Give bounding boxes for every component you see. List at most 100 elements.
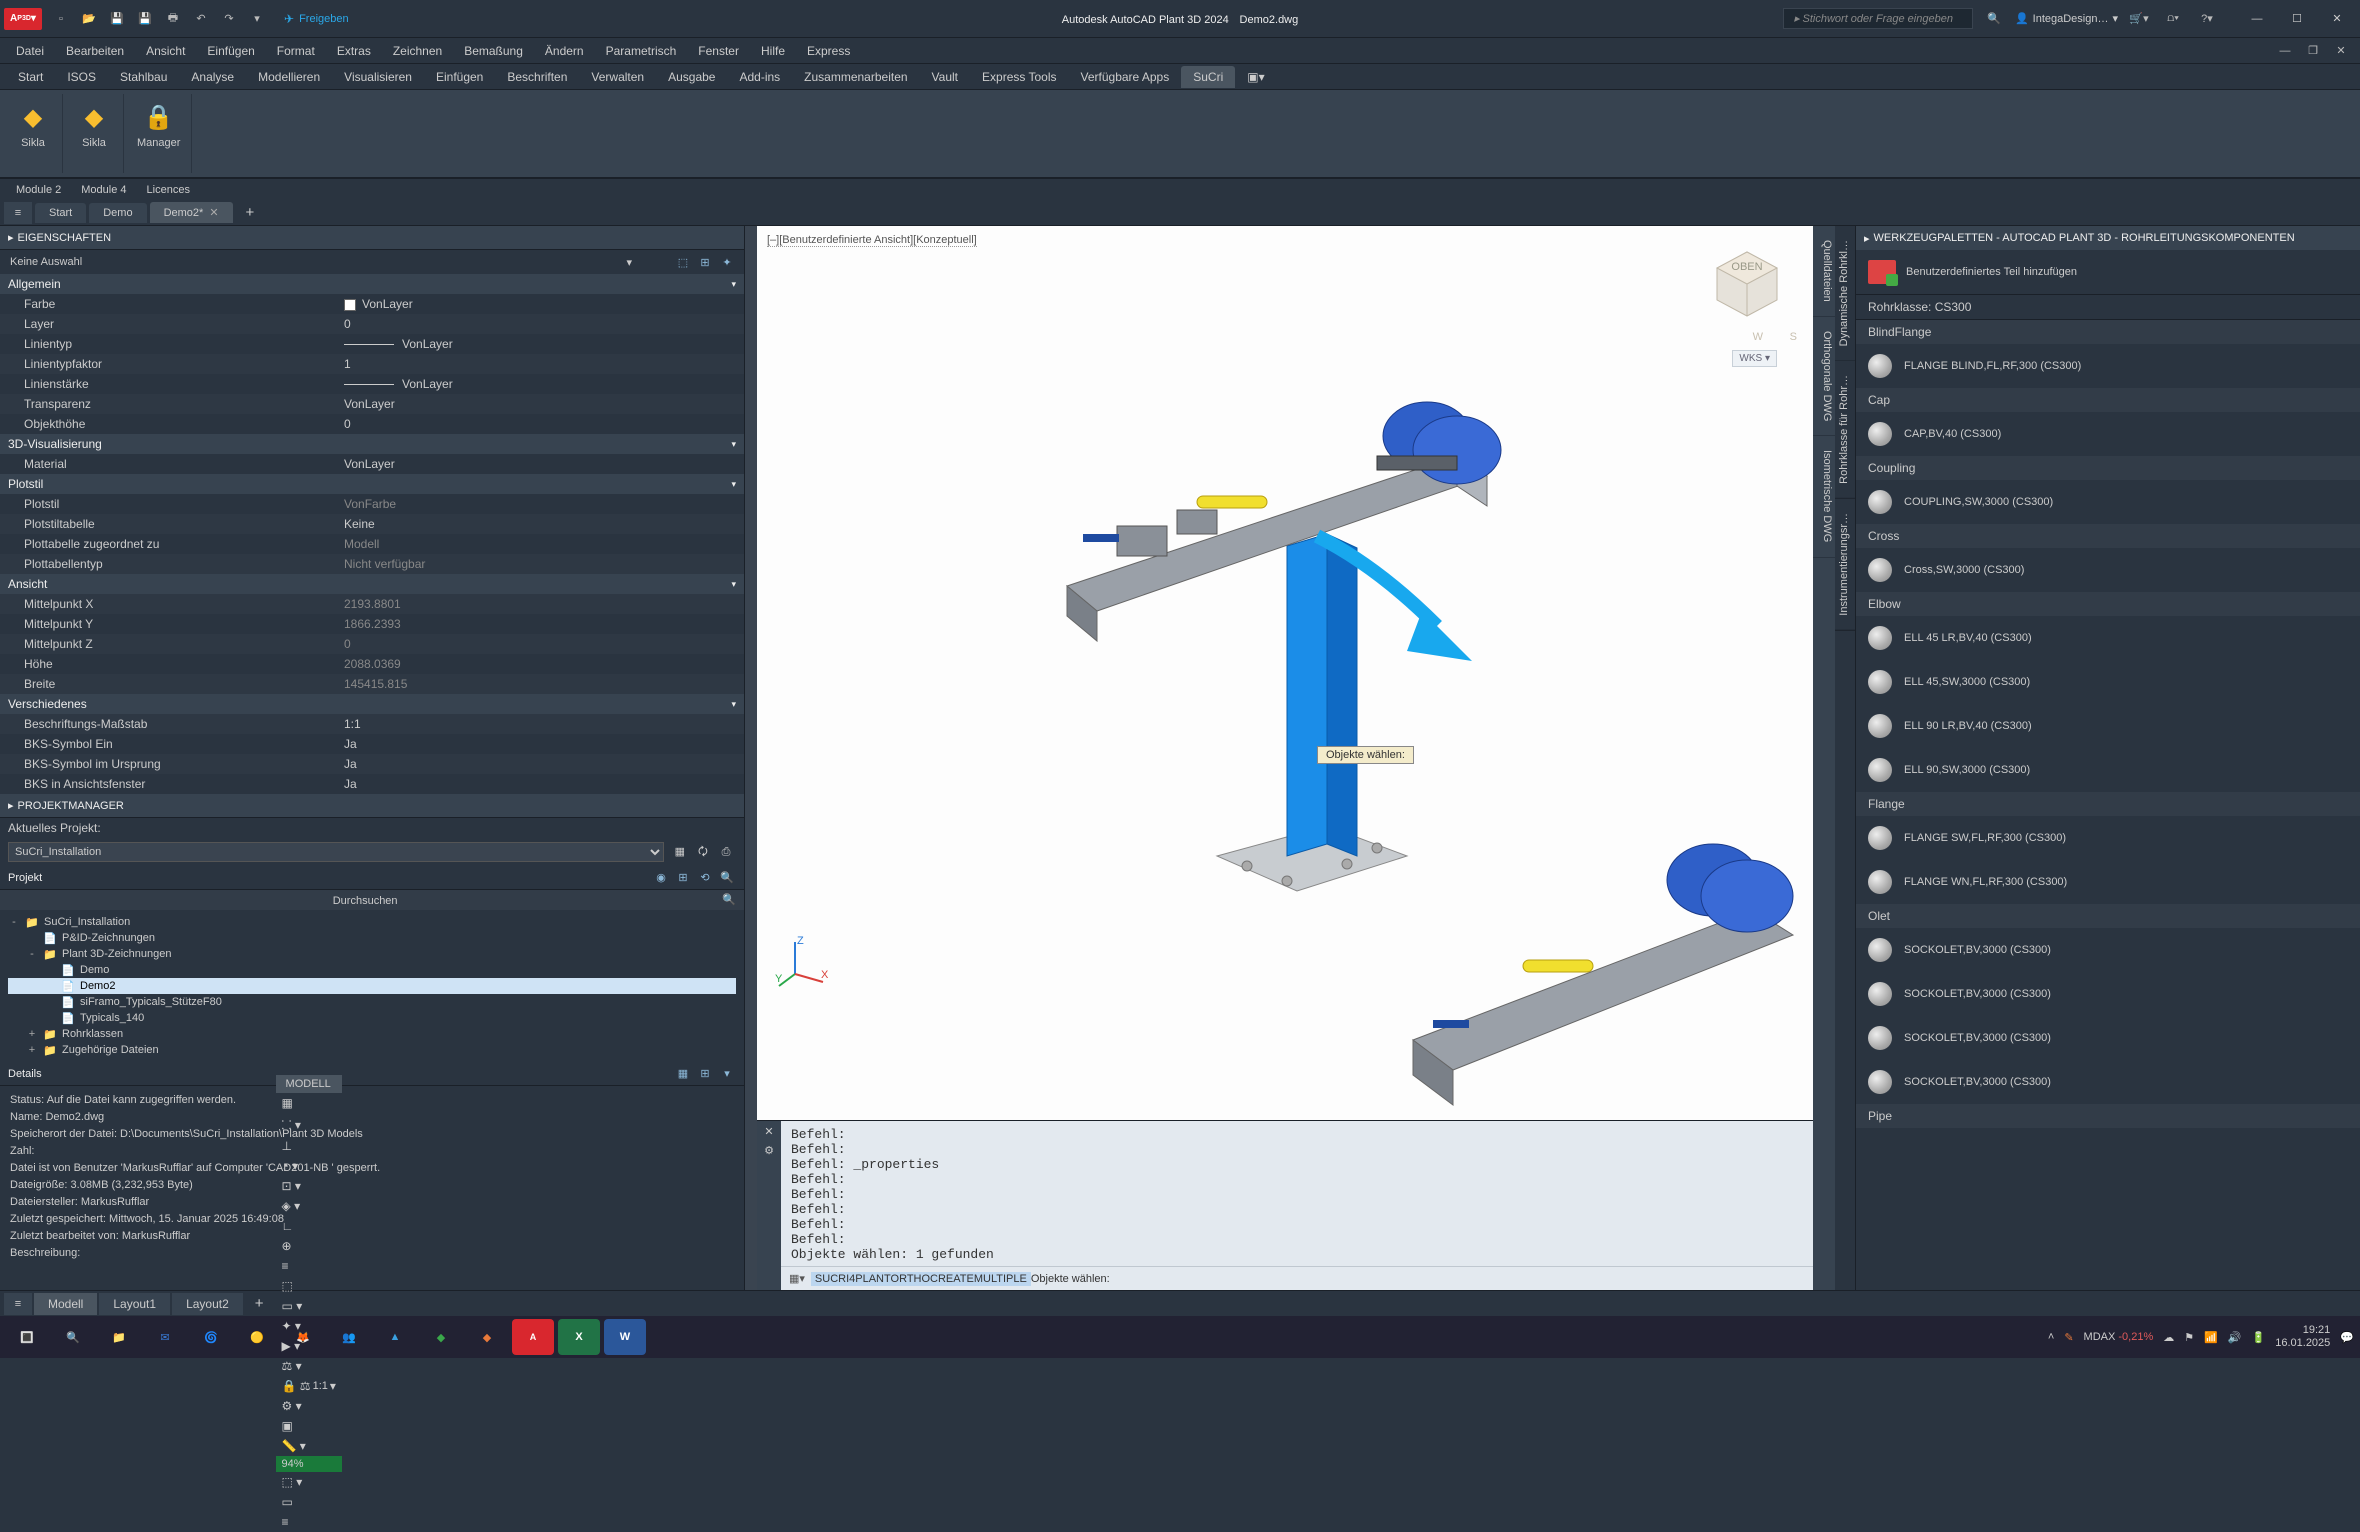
tree-node[interactable]: 📄Demo2 — [8, 978, 736, 994]
prop-row[interactable]: LinienstärkeVonLayer — [0, 374, 744, 394]
ribbon-btn-sikla-1[interactable]: ◆ Sikla — [12, 96, 54, 152]
status-clean-icon[interactable]: ▭ — [276, 1492, 342, 1512]
taskbar-teams[interactable]: 👥 — [328, 1319, 370, 1355]
expander-icon[interactable]: + — [26, 1028, 38, 1040]
taskbar-chrome[interactable]: 🟡 — [236, 1319, 278, 1355]
palette-item[interactable]: SOCKOLET,BV,3000 (CS300) — [1856, 972, 2360, 1016]
command-input[interactable]: ▦▾ SUCRI4PLANTORTHOCREATEMULTIPLE Objekt… — [781, 1266, 1813, 1290]
prop-row[interactable]: BKS in AnsichtsfensterJa — [0, 774, 744, 794]
view-controls[interactable]: [–][Benutzerdefinierte Ansicht][Konzeptu… — [767, 232, 977, 246]
expander-icon[interactable]: + — [26, 1044, 38, 1056]
taskbar-mail[interactable]: ✉ — [144, 1319, 186, 1355]
prop-row[interactable]: Mittelpunkt Y1866.2393 — [0, 614, 744, 634]
close-button[interactable]: ✕ — [2318, 6, 2356, 32]
search-icon[interactable]: 🔍 — [1981, 6, 2007, 32]
qat-saveas-icon[interactable]: 💾 — [132, 6, 158, 32]
menu-einfuegen[interactable]: Einfügen — [197, 40, 264, 62]
prop-row[interactable]: LinientypVonLayer — [0, 334, 744, 354]
layout-tab-new[interactable]: + — [245, 1291, 274, 1316]
layout-tab-1[interactable]: Layout1 — [99, 1293, 170, 1315]
layout-tab-modell[interactable]: Modell — [34, 1293, 97, 1315]
palette-item[interactable]: CAP,BV,40 (CS300) — [1856, 412, 2360, 456]
wcs-dropdown[interactable]: WKS ▾ — [1732, 350, 1777, 367]
status-anno-icon[interactable]: ⚖ ▾ — [276, 1356, 342, 1376]
expander-icon[interactable]: - — [26, 948, 38, 960]
tree-node[interactable]: 📄Demo — [8, 962, 736, 978]
taskbar-flag-icon[interactable]: ⚑ — [2184, 1331, 2194, 1344]
proj-icon-1[interactable]: ◉ — [652, 869, 670, 887]
proj-icon-4[interactable]: 🔍 — [718, 869, 736, 887]
rtab-apps[interactable]: Verfügbare Apps — [1069, 66, 1182, 88]
add-custom-part[interactable]: Benutzerdefiniertes Teil hinzufügen — [1856, 250, 2360, 295]
menu-bemassung[interactable]: Bemaßung — [454, 40, 533, 62]
qat-redo-icon[interactable]: ↷ — [216, 6, 242, 32]
palette-item[interactable]: Cross,SW,3000 (CS300) — [1856, 548, 2360, 592]
status-performance[interactable]: 94% — [276, 1456, 342, 1472]
rtab-analyse[interactable]: Analyse — [179, 66, 246, 88]
menu-hilfe[interactable]: Hilfe — [751, 40, 795, 62]
prop-section[interactable]: Allgemein — [0, 274, 744, 294]
rtab-beschriften[interactable]: Beschriften — [495, 66, 579, 88]
maximize-button[interactable]: ☐ — [2278, 6, 2316, 32]
taskbar-wifi-icon[interactable]: 📶 — [2204, 1331, 2218, 1344]
tree-node[interactable]: +📁Zugehörige Dateien — [8, 1042, 736, 1058]
file-tab-new[interactable]: + — [236, 200, 265, 225]
prop-row[interactable]: Layer0 — [0, 314, 744, 334]
status-grid-icon[interactable]: ▦ — [276, 1093, 342, 1113]
palette-item[interactable]: SOCKOLET,BV,3000 (CS300) — [1856, 928, 2360, 972]
taskbar-word[interactable]: W — [604, 1319, 646, 1355]
status-snap-icon[interactable]: ⸬ ▾ — [276, 1113, 342, 1136]
help-search[interactable]: Stichwort oder Frage eingeben — [1783, 8, 1973, 29]
taskbar-clock[interactable]: 19:21 16.01.2025 — [2275, 1324, 2330, 1350]
file-tabs-menu-icon[interactable]: ≡ — [4, 202, 32, 224]
prop-row[interactable]: Mittelpunkt Z0 — [0, 634, 744, 654]
palette-tab-rohr[interactable]: Rohrklasse für Rohr… — [1835, 361, 1855, 499]
status-scale[interactable]: 🔒 ⚖ 1:1 ▾ — [276, 1376, 342, 1396]
menu-ansicht[interactable]: Ansicht — [136, 40, 195, 62]
palette-item[interactable]: FLANGE SW,FL,RF,300 (CS300) — [1856, 816, 2360, 860]
prop-row[interactable]: Höhe2088.0369 — [0, 654, 744, 674]
rtab-modellieren[interactable]: Modellieren — [246, 66, 332, 88]
user-menu[interactable]: 👤 IntegaDesign… ▾ — [2015, 12, 2118, 25]
status-dyn-icon[interactable]: ⊕ — [276, 1236, 342, 1256]
prop-row[interactable]: Breite145415.815 — [0, 674, 744, 694]
menu-datei[interactable]: Datei — [6, 40, 54, 62]
palette-item[interactable]: ELL 90 LR,BV,40 (CS300) — [1856, 704, 2360, 748]
taskbar-acad-active[interactable]: A — [512, 1319, 554, 1355]
prop-row[interactable]: PlottabellentypNicht verfügbar — [0, 554, 744, 574]
menu-format[interactable]: Format — [267, 40, 325, 62]
taskbar-firefox[interactable]: 🦊 — [282, 1319, 324, 1355]
details-icon-2[interactable]: ⊞ — [696, 1065, 714, 1083]
proj-export-icon[interactable]: ⎙ — [716, 844, 736, 862]
proj-icon-3[interactable]: ⟲ — [696, 869, 714, 887]
ribbon-btn-manager[interactable]: 🔒 Manager — [134, 96, 183, 152]
taskbar-battery-icon[interactable]: 🔋 — [2252, 1331, 2266, 1344]
tree-node[interactable]: 📄P&ID-Zeichnungen — [8, 930, 736, 946]
status-monitor-icon[interactable]: ▣ — [276, 1416, 342, 1436]
taskbar-acad-1[interactable]: ▲ — [374, 1319, 416, 1355]
taskbar-edge[interactable]: 🌀 — [190, 1319, 232, 1355]
status-model[interactable]: MODELL — [276, 1075, 342, 1093]
taskbar-volume-icon[interactable]: 🔊 — [2228, 1331, 2242, 1344]
prop-row[interactable]: PlotstilVonFarbe — [0, 494, 744, 514]
tree-node[interactable]: +📁Rohrklassen — [8, 1026, 736, 1042]
prop-row[interactable]: Linientypfaktor1 — [0, 354, 744, 374]
status-lwt-icon[interactable]: ≡ — [276, 1256, 342, 1276]
rtab-vault[interactable]: Vault — [920, 66, 970, 88]
prop-row[interactable]: Beschriftungs-Maßstab1:1 — [0, 714, 744, 734]
projekt-tab[interactable]: Projekt ◉ ⊞ ⟲ 🔍 — [0, 866, 744, 890]
prop-row[interactable]: BKS-Symbol EinJa — [0, 734, 744, 754]
file-tab-start[interactable]: Start — [35, 203, 86, 223]
qat-open-icon[interactable]: 📂 — [76, 6, 102, 32]
taskbar-notifications-icon[interactable]: 💬 — [2340, 1331, 2354, 1344]
project-search[interactable]: Durchsuchen 🔍 — [0, 890, 744, 910]
selection-dropdown[interactable]: Keine Auswahl ▾ — [8, 254, 674, 271]
share-button[interactable]: ✈ Freigeben — [284, 12, 349, 26]
taskbar-tray-icon[interactable]: ˄ — [2048, 1331, 2054, 1343]
rtab-express[interactable]: Express Tools — [970, 66, 1068, 88]
prop-section[interactable]: Verschiedenes — [0, 694, 744, 714]
ribbon-btn-sikla-2[interactable]: ◆ Sikla — [73, 96, 115, 152]
status-ortho-icon[interactable]: ⊥ — [276, 1136, 342, 1156]
status-tpy-icon[interactable]: ⬚ — [276, 1276, 342, 1296]
rtab-visualisieren[interactable]: Visualisieren — [332, 66, 424, 88]
